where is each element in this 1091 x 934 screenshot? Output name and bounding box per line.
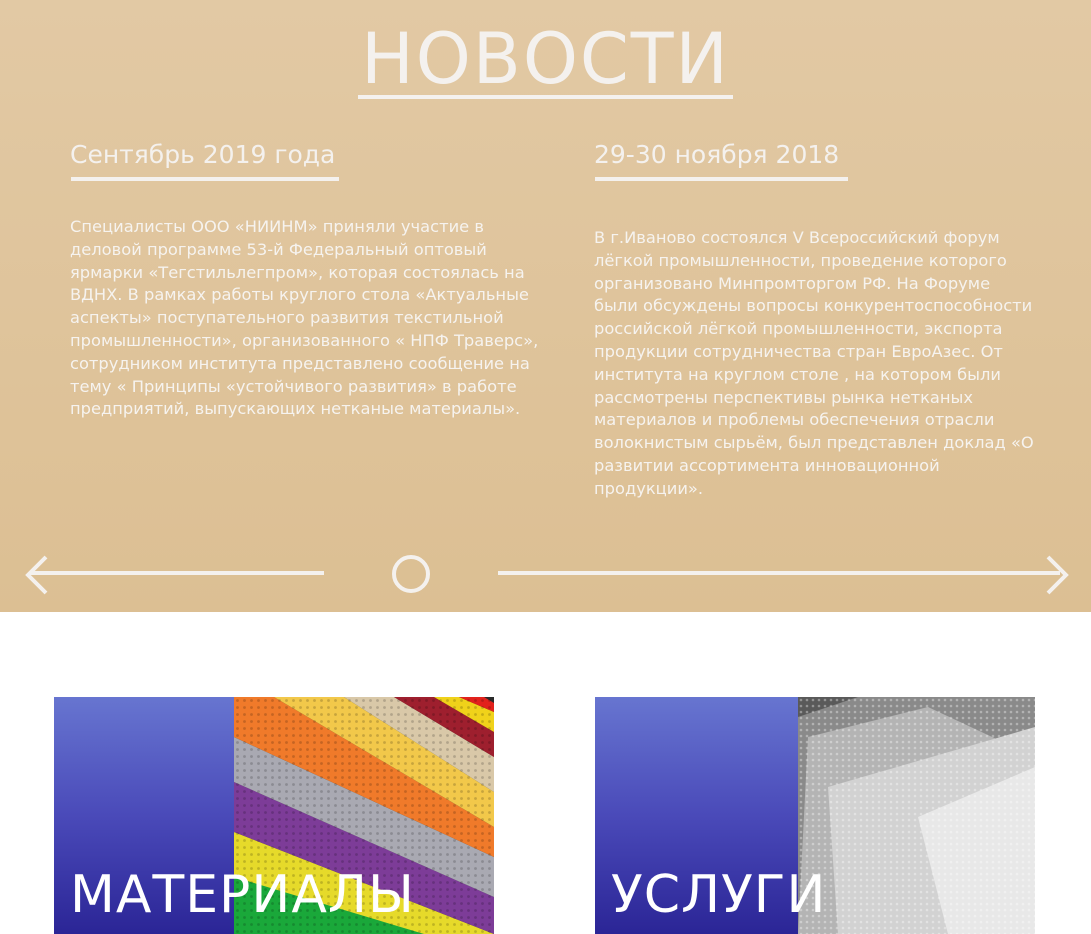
materials-card-label[interactable]: МАТЕРИАЛЫ <box>70 865 415 925</box>
news-item-2-date[interactable]: 29-30 ноября 2018 <box>594 140 839 170</box>
news-section: НОВОСТИ Сентябрь 2019 года Специалисты О… <box>0 0 1091 612</box>
materials-card[interactable]: МАТЕРИАЛЫ <box>54 697 494 934</box>
services-card-label[interactable]: УСЛУГИ <box>611 865 826 925</box>
news-item-1-date[interactable]: Сентябрь 2019 года <box>70 140 335 170</box>
news-item-2-date-underline <box>595 177 848 181</box>
news-item-2-text: В г.Иваново состоялся V Всероссийский фо… <box>594 228 1034 498</box>
circle-indicator-icon[interactable] <box>392 555 430 593</box>
arrow-right-line <box>498 571 1060 575</box>
nonwoven-fabric-sheets-image <box>798 697 1035 934</box>
arrow-left-line <box>30 571 324 575</box>
arrow-right-icon[interactable] <box>1030 555 1070 595</box>
news-item-1-date-underline <box>71 177 339 181</box>
news-heading[interactable]: НОВОСТИ <box>0 18 1091 100</box>
arrow-left-icon[interactable] <box>24 555 64 595</box>
news-heading-underline <box>358 95 733 99</box>
news-item-1-text: Специалисты ООО «НИИНМ» приняли участие … <box>70 217 539 419</box>
services-card[interactable]: УСЛУГИ <box>595 697 1035 934</box>
